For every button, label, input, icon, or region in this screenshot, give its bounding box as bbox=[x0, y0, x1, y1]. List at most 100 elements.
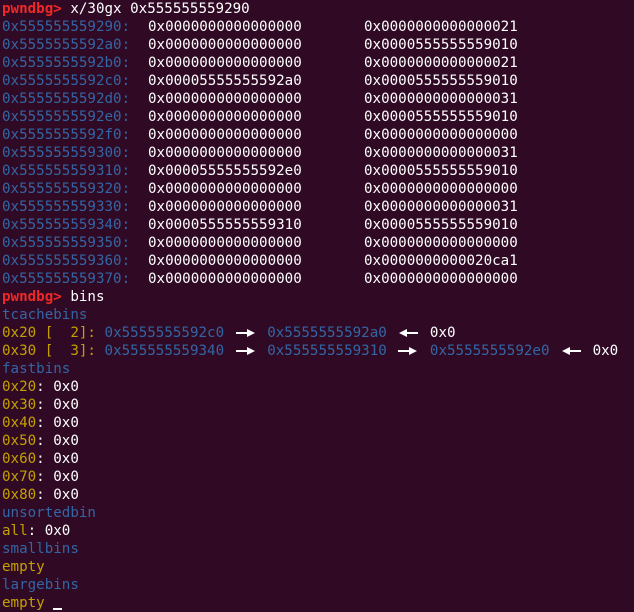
memory-value: 0x0000000000000000 bbox=[148, 235, 302, 251]
memory-row: 0x555555559360: 0x0000000000000000 0x00000… bbox=[2, 252, 634, 270]
memory-address: 0x5555555592b0: bbox=[2, 55, 131, 71]
fastbin-row: 0x30: 0x0 bbox=[2, 397, 79, 413]
tcache-count: 2 bbox=[53, 325, 79, 341]
largebins-header: largebins bbox=[2, 577, 79, 593]
arrow-left-icon bbox=[399, 329, 419, 337]
memory-value: 0x0000000000000021 bbox=[364, 55, 518, 71]
memory-value: 0x0000000000000000 bbox=[364, 271, 518, 287]
prompt: pwndbg> bbox=[2, 289, 62, 305]
memory-value: 0x0000555555559010 bbox=[364, 163, 518, 179]
memory-value: 0x00005555555592a0 bbox=[148, 73, 302, 89]
fastbin-row: 0x60: 0x0 bbox=[2, 451, 79, 467]
memory-value: 0x0000000000000000 bbox=[148, 271, 302, 287]
fastbin-size: 0x40 bbox=[2, 415, 37, 431]
largebins-row: empty bbox=[2, 594, 634, 612]
fastbin-row: 0x70: 0x0 bbox=[2, 469, 79, 485]
memory-value: 0x0000000000000000 bbox=[364, 181, 518, 197]
memory-address: 0x555555559340: bbox=[2, 217, 131, 233]
memory-row: 0x5555555592a0: 0x0000000000000000 0x00005… bbox=[2, 36, 634, 54]
tcache-bracket: [ bbox=[36, 343, 54, 359]
memory-value: 0x0000000000000000 bbox=[148, 109, 302, 125]
memory-row: 0x5555555592d0: 0x0000000000000000 0x00000… bbox=[2, 90, 634, 108]
prompt: pwndbg> bbox=[2, 1, 62, 17]
memory-address: 0x5555555592a0: bbox=[2, 37, 131, 53]
memory-value: 0x0000555555559010 bbox=[364, 37, 518, 53]
chunk-address: 0x555555559310 bbox=[267, 343, 387, 359]
chunk-address: 0x5555555592c0 bbox=[104, 325, 225, 341]
memory-value: 0x0000555555559010 bbox=[364, 73, 518, 89]
memory-address: 0x555555559350: bbox=[2, 235, 131, 251]
memory-value: 0x0000000000000021 bbox=[364, 19, 518, 35]
fastbins-header: fastbins bbox=[2, 361, 71, 377]
command-line-1: pwndbg> x/30gx 0x555555559290 bbox=[2, 0, 634, 18]
arrow-right-icon bbox=[235, 329, 255, 337]
memory-row: 0x5555555592e0: 0x0000000000000000 0x00005… bbox=[2, 108, 634, 126]
chunk-address: 0x555555559340 bbox=[104, 343, 225, 359]
chain-end-value: 0x0 bbox=[592, 343, 619, 359]
memory-row: 0x555555559330: 0x0000000000000000 0x00000… bbox=[2, 198, 634, 216]
fastbin-size: 0x50 bbox=[2, 433, 37, 449]
memory-value: 0x0000555555559010 bbox=[364, 109, 518, 125]
fastbin-size: 0x60 bbox=[2, 451, 37, 467]
fastbin-row: 0x20: 0x0 bbox=[2, 379, 79, 395]
memory-value: 0x0000000000020ca1 bbox=[364, 253, 518, 269]
tcachebins-list: 0x20 [ 2]: 0x5555555592c0 0x5555555592a0… bbox=[2, 324, 634, 360]
memory-row: 0x555555559320: 0x0000000000000000 0x00000… bbox=[2, 180, 634, 198]
tcache-bracket: [ bbox=[36, 325, 54, 341]
memory-row: 0x5555555592f0: 0x0000000000000000 0x00000… bbox=[2, 126, 634, 144]
fastbin-size: 0x30 bbox=[2, 397, 37, 413]
unsortedbin-header: unsortedbin bbox=[2, 505, 96, 521]
memory-value: 0x0000000000000031 bbox=[364, 145, 518, 161]
memory-value: 0x0000000000000000 bbox=[148, 145, 302, 161]
memory-address: 0x555555559330: bbox=[2, 199, 131, 215]
tcache-bracket: ]: bbox=[78, 325, 96, 341]
memory-value: 0x0000000000000000 bbox=[148, 199, 302, 215]
memory-row: 0x555555559290: 0x0000000000000000 0x00000… bbox=[2, 18, 634, 36]
memory-address: 0x555555559310: bbox=[2, 163, 131, 179]
tcache-row: 0x20 [ 2]: 0x5555555592c0 0x5555555592a0… bbox=[2, 324, 634, 342]
memory-row: 0x5555555592c0: 0x00005555555592a0 0x00005… bbox=[2, 72, 634, 90]
terminal-window[interactable]: pwndbg> x/30gx 0x555555559290 0x55555555… bbox=[0, 0, 634, 612]
memory-address: 0x5555555592c0: bbox=[2, 73, 131, 89]
memory-address: 0x5555555592d0: bbox=[2, 91, 131, 107]
memory-value: 0x0000555555559010 bbox=[364, 217, 518, 233]
arrow-left-icon bbox=[562, 347, 582, 355]
chunk-address: 0x5555555592e0 bbox=[429, 343, 550, 359]
memory-dump: 0x555555559290: 0x0000000000000000 0x00000… bbox=[2, 18, 634, 288]
memory-value: 0x0000000000000000 bbox=[364, 235, 518, 251]
memory-row: 0x555555559350: 0x0000000000000000 0x00000… bbox=[2, 234, 634, 252]
tcache-bracket: ]: bbox=[78, 343, 96, 359]
memory-value: 0x0000000000000031 bbox=[364, 91, 518, 107]
fastbin-size: 0x80 bbox=[2, 487, 37, 503]
memory-value: 0x00005555555592e0 bbox=[148, 163, 302, 179]
largebins-value: empty bbox=[2, 595, 45, 611]
tcache-count: 3 bbox=[53, 343, 79, 359]
fastbin-value: 0x0 bbox=[53, 379, 79, 395]
memory-address: 0x555555559300: bbox=[2, 145, 131, 161]
memory-value: 0x0000000000000000 bbox=[148, 19, 302, 35]
memory-value: 0x0000000000000000 bbox=[148, 181, 302, 197]
fastbin-value: 0x0 bbox=[53, 397, 79, 413]
memory-value: 0x0000000000000000 bbox=[148, 37, 302, 53]
memory-row: 0x555555559310: 0x00005555555592e0 0x00005… bbox=[2, 162, 634, 180]
tcache-size: 0x20 bbox=[2, 325, 37, 341]
memory-value: 0x0000555555559310 bbox=[148, 217, 302, 233]
chain-end-value: 0x0 bbox=[429, 325, 456, 341]
fastbins-list: 0x20: 0x0 0x30: 0x0 0x40: 0x0 0x50: 0x0 0x60… bbox=[2, 378, 634, 504]
tcachebins-header: tcachebins bbox=[2, 307, 88, 323]
fastbin-row: 0x40: 0x0 bbox=[2, 415, 79, 431]
smallbins-header: smallbins bbox=[2, 541, 79, 557]
fastbin-value: 0x0 bbox=[53, 487, 79, 503]
smallbins-value: empty bbox=[2, 559, 45, 575]
arrow-right-icon bbox=[235, 347, 255, 355]
fastbin-value: 0x0 bbox=[53, 469, 79, 485]
memory-value: 0x0000000000000000 bbox=[148, 253, 302, 269]
command-text: x/30gx 0x555555559290 bbox=[70, 1, 250, 17]
memory-row: 0x5555555592b0: 0x0000000000000000 0x00000… bbox=[2, 54, 634, 72]
memory-row: 0x555555559340: 0x0000555555559310 0x00005… bbox=[2, 216, 634, 234]
fastbin-value: 0x0 bbox=[53, 451, 79, 467]
tcache-size: 0x30 bbox=[2, 343, 37, 359]
fastbin-value: 0x0 bbox=[53, 433, 79, 449]
unsortedbin-row: all: 0x0 bbox=[2, 523, 71, 539]
tcache-row: 0x30 [ 3]: 0x555555559340 0x555555559310… bbox=[2, 342, 634, 360]
